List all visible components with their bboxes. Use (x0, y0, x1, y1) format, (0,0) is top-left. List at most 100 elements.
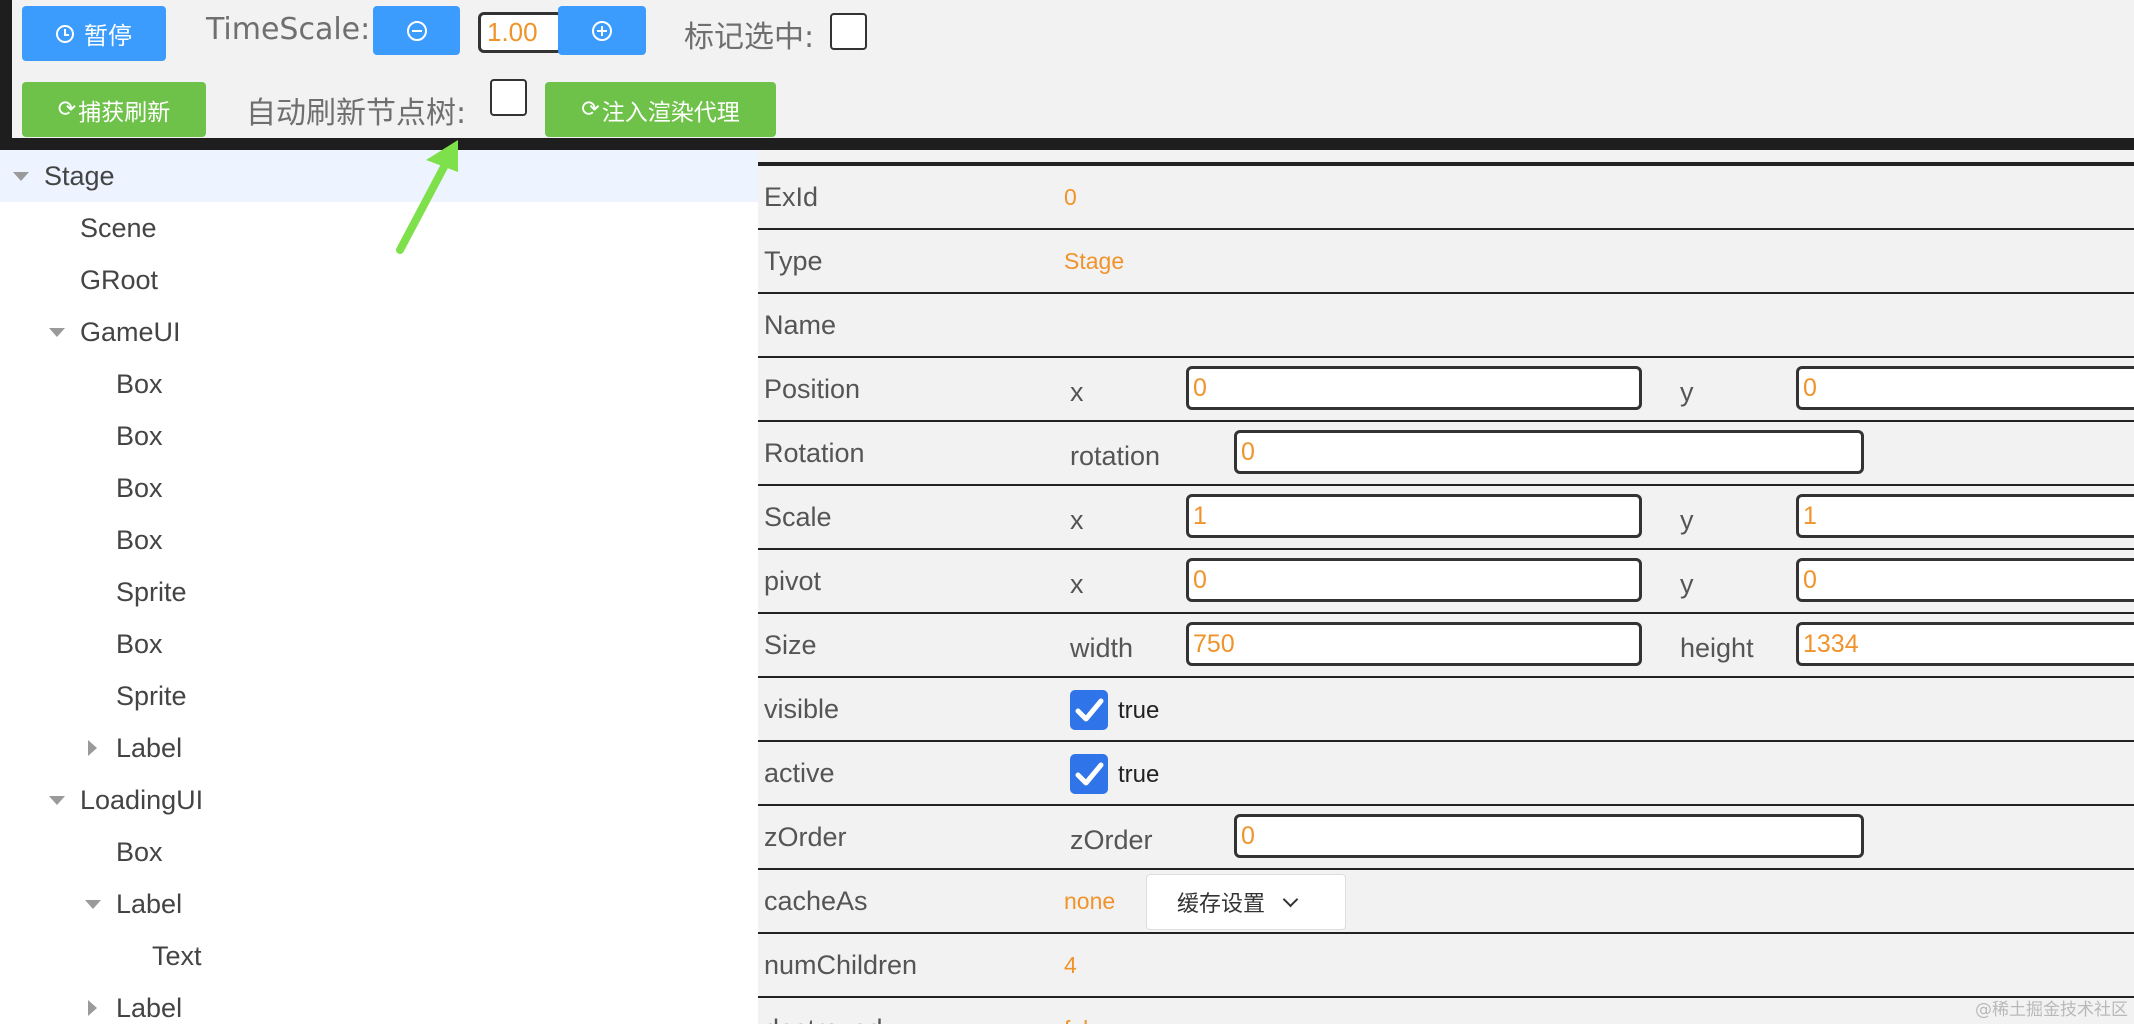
timescale-input[interactable] (478, 12, 563, 53)
position-y-label: y (1680, 377, 1694, 407)
zorder-label: zOrder (1070, 825, 1153, 855)
prop-name: Type (764, 246, 823, 276)
minus-circle-icon (406, 20, 427, 41)
tree-node-label: Box (116, 836, 163, 867)
tree-node[interactable]: Box (0, 462, 758, 514)
inject-render-proxy-button[interactable]: ⟳ 注入渲染代理 (545, 82, 776, 137)
caret-right-icon[interactable] (88, 1000, 97, 1016)
prop-value: 0 (1064, 184, 1077, 210)
tree-node[interactable]: Label (0, 878, 758, 930)
tree-node-label: Box (116, 420, 163, 451)
prop-row-exid: ExId 0 (758, 164, 2134, 228)
prop-name: Rotation (764, 438, 865, 468)
position-y-input[interactable] (1796, 366, 2134, 410)
prop-value: 4 (1064, 952, 1077, 978)
prop-value: Stage (1064, 248, 1125, 274)
tree-node-stage[interactable]: Stage (0, 150, 758, 202)
timescale-label: TimeScale: (206, 12, 371, 47)
caret-down-icon[interactable] (49, 796, 65, 805)
prop-row-scale: Scale x y (758, 484, 2134, 550)
rotation-input[interactable] (1234, 430, 1864, 474)
prop-name: active (764, 758, 835, 788)
tree-node-label: Label (116, 732, 183, 763)
prop-row-active: active true (758, 740, 2134, 804)
caret-down-icon[interactable] (49, 328, 65, 337)
cache-settings-label: 缓存设置 (1177, 892, 1266, 917)
tree-node-label: Label (116, 992, 183, 1023)
visible-checkbox[interactable] (1070, 690, 1108, 730)
tree-node[interactable]: Label (0, 722, 758, 774)
size-height-label: height (1680, 633, 1754, 663)
tree-node-label: Text (152, 940, 202, 971)
chevron-down-icon (1282, 891, 1299, 907)
prop-value: false (1064, 998, 1113, 1024)
rotation-label: rotation (1070, 441, 1161, 471)
capture-refresh-button[interactable]: ⟳ 捕获刷新 (22, 82, 206, 137)
toolbar: 暂停 TimeScale: 标记选中: ⟳ 捕获刷新 自动刷新节点树: ⟳ 注入… (0, 0, 2134, 138)
tree-node[interactable]: Scene (0, 202, 758, 254)
timescale-decrease-button[interactable] (373, 6, 460, 55)
tree-node[interactable]: Box (0, 410, 758, 462)
cache-settings-dropdown[interactable]: 缓存设置 (1146, 874, 1346, 930)
caret-right-icon[interactable] (88, 740, 97, 756)
active-checkbox[interactable] (1070, 754, 1108, 794)
tree-node-label: Label (116, 888, 183, 919)
prop-name: ExId (764, 182, 819, 212)
tree-node-label: GameUI (80, 316, 181, 347)
zorder-input[interactable] (1234, 814, 1864, 858)
pivot-y-input[interactable] (1796, 558, 2134, 602)
size-height-input[interactable] (1796, 622, 2134, 666)
watermark: @稀土掘金技术社区 (1975, 1000, 2128, 1020)
pivot-x-input[interactable] (1186, 558, 1642, 602)
tree-node[interactable]: Sprite (0, 566, 758, 618)
prop-name: Size (764, 630, 817, 660)
prop-row-numchildren: numChildren 4 (758, 932, 2134, 996)
prop-row-type: Type Stage (758, 228, 2134, 292)
tree-node-label: Scene (80, 212, 157, 243)
size-width-label: width (1070, 633, 1134, 663)
pivot-x-label: x (1070, 569, 1084, 599)
tree-node-label: Box (116, 628, 163, 659)
prop-row-visible: visible true (758, 676, 2134, 740)
caret-down-icon[interactable] (13, 172, 29, 181)
tree-node-label: Box (116, 472, 163, 503)
devtools-panel: 暂停 TimeScale: 标记选中: ⟳ 捕获刷新 自动刷新节点树: ⟳ 注入… (0, 0, 2134, 1024)
pause-button[interactable]: 暂停 (22, 6, 166, 61)
prop-name: zOrder (764, 822, 847, 852)
visible-value: true (1118, 697, 1160, 724)
scale-x-input[interactable] (1186, 494, 1642, 538)
tree-node[interactable]: Box (0, 618, 758, 670)
position-x-input[interactable] (1186, 366, 1642, 410)
tree-node[interactable]: Text (0, 930, 758, 982)
auto-refresh-checkbox[interactable] (490, 79, 527, 116)
tree-node[interactable]: Label (0, 982, 758, 1024)
tree-node-label: Box (116, 368, 163, 399)
tree-node[interactable]: Box (0, 514, 758, 566)
prop-value: none (1064, 888, 1116, 914)
timescale-increase-button[interactable] (558, 6, 646, 55)
properties-panel: ExId 0 Type Stage Name Position x y Rota… (758, 150, 2134, 1024)
tree-node[interactable]: LoadingUI (0, 774, 758, 826)
prop-name: destroyed (764, 998, 883, 1024)
prop-name: Scale (764, 502, 832, 532)
tree-node[interactable]: Box (0, 358, 758, 410)
prop-row-destroyed: destroyed false (758, 996, 2134, 1024)
refresh-icon: ⟳ (57, 97, 77, 122)
tree-node[interactable]: GRoot (0, 254, 758, 306)
caret-down-icon[interactable] (85, 900, 101, 909)
tree-node[interactable]: Box (0, 826, 758, 878)
scale-y-label: y (1680, 505, 1694, 535)
prop-row-pivot: pivot x y (758, 548, 2134, 614)
tree-node-label: LoadingUI (80, 784, 204, 815)
prop-row-cacheas: cacheAs none 缓存设置 (758, 868, 2134, 932)
scale-y-input[interactable] (1796, 494, 2134, 538)
prop-row-size: Size width height (758, 612, 2134, 678)
size-width-input[interactable] (1186, 622, 1642, 666)
mark-selected-checkbox[interactable] (830, 13, 867, 50)
node-tree: Stage Scene GRoot GameUI Box Box Box Box… (0, 150, 758, 1024)
tree-node[interactable]: Sprite (0, 670, 758, 722)
mark-selected-label: 标记选中: (684, 20, 815, 55)
prop-name: cacheAs (764, 886, 868, 916)
tree-node[interactable]: GameUI (0, 306, 758, 358)
position-x-label: x (1070, 377, 1084, 407)
